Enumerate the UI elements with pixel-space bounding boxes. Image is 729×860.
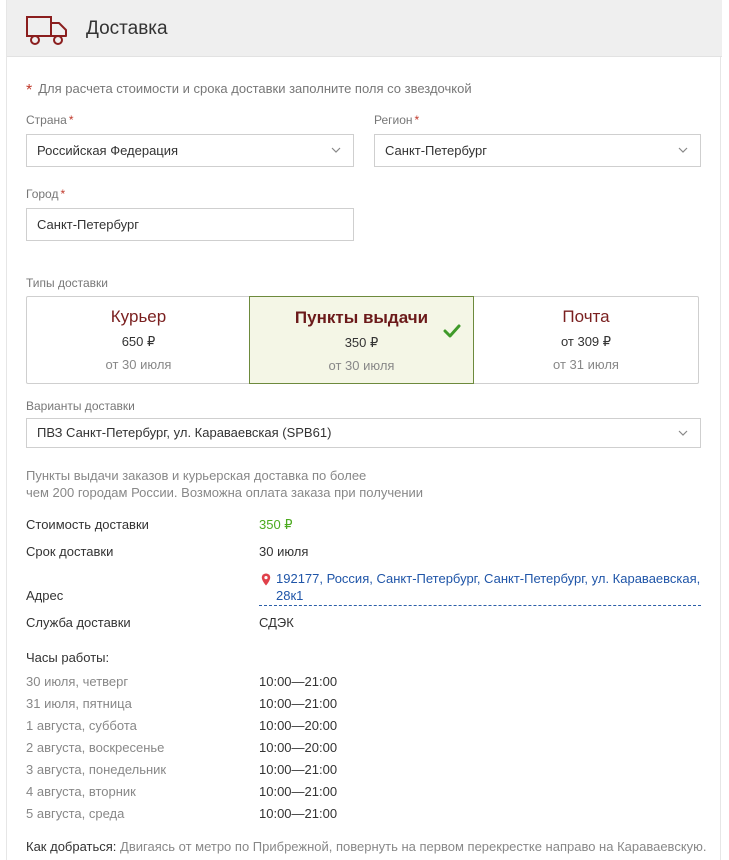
hours-day: 2 августа, воскресенье: [26, 740, 165, 755]
delivery-panel: Доставка * Для расчета стоимости и срока …: [6, 0, 722, 860]
delivery-type-courier[interactable]: Курьер 650 ₽ от 30 июля: [27, 297, 250, 383]
country-label: Страна *: [26, 113, 73, 127]
country-select-value: Российская Федерация: [37, 143, 179, 158]
required-note-text: Для расчета стоимости и срока доставки з…: [38, 81, 472, 96]
required-note: * Для расчета стоимости и срока доставки …: [26, 80, 472, 99]
delivery-type-date: от 30 июля: [328, 358, 395, 373]
hours-title: Часы работы:: [26, 650, 110, 665]
panel-header: Доставка: [7, 0, 722, 57]
hours-day: 31 июля, пятница: [26, 696, 132, 711]
how-to-get-text: Двигаясь от метро по Прибрежной, поверну…: [120, 839, 707, 854]
required-asterisk: *: [26, 82, 33, 99]
service-label: Служба доставки: [26, 615, 131, 630]
region-label-text: Регион: [374, 113, 413, 127]
chevron-down-icon: [678, 147, 688, 153]
variants-select-value: ПВЗ Санкт-Петербург, ул. Караваевская (S…: [37, 425, 332, 440]
address-line: 192177, Россия, Санкт-Петербург, Санкт-П…: [276, 571, 701, 586]
region-select[interactable]: Санкт-Петербург: [374, 134, 701, 167]
city-input[interactable]: Санкт-Петербург: [26, 208, 354, 241]
city-input-value: Санкт-Петербург: [37, 217, 139, 232]
delivery-type-name: Почта: [562, 307, 610, 326]
delivery-type-name: Пункты выдачи: [294, 308, 429, 327]
required-asterisk: *: [414, 113, 420, 127]
hours-time: 10:00—20:00: [259, 718, 338, 733]
delivery-type-price: 650 ₽: [121, 334, 156, 349]
delivery-type-price: 350 ₽: [344, 335, 379, 350]
service-value: СДЭК: [259, 615, 294, 630]
cost-label: Стоимость доставки: [26, 517, 149, 532]
region-select-value: Санкт-Петербург: [385, 143, 487, 158]
delivery-type-post[interactable]: Почта от 309 ₽ от 31 июля: [474, 297, 698, 383]
hours-time: 10:00—21:00: [259, 784, 338, 799]
variants-select[interactable]: ПВЗ Санкт-Петербург, ул. Караваевская (S…: [26, 418, 701, 448]
address-line: 28к1: [276, 588, 304, 603]
delivery-types-group: Курьер 650 ₽ от 30 июля Пункты выдачи 35…: [26, 296, 699, 384]
variants-label: Варианты доставки: [26, 399, 135, 413]
delivery-info: Пункты выдачи заказов и курьерская доста…: [26, 467, 423, 501]
delivery-info-line: Пункты выдачи заказов и курьерская доста…: [26, 468, 367, 483]
hours-day: 1 августа, суббота: [26, 718, 137, 733]
map-pin-icon: [261, 573, 271, 586]
delivery-type-price: от 309 ₽: [560, 334, 612, 349]
delivery-types-label: Типы доставки: [26, 276, 109, 290]
address-link-wrap: 192177, Россия, Санкт-Петербург, Санкт-П…: [259, 570, 701, 606]
delivery-type-pickup[interactable]: Пункты выдачи 350 ₽ от 30 июля: [249, 296, 474, 384]
chevron-down-icon: [331, 147, 341, 153]
delivery-type-name: Курьер: [110, 307, 167, 326]
hours-time: 10:00—21:00: [259, 674, 338, 689]
city-label-text: Город: [26, 187, 59, 201]
city-label: Город *: [26, 187, 65, 201]
cost-value: 350 ₽: [259, 517, 293, 532]
delivery-type-date: от 30 июля: [105, 357, 172, 372]
delivery-type-date: от 31 июля: [553, 357, 619, 372]
how-to-get-label: Как добраться:: [26, 839, 117, 854]
hours-time: 10:00—21:00: [259, 762, 338, 777]
hours-time: 10:00—20:00: [259, 740, 338, 755]
required-asterisk: *: [60, 187, 66, 201]
term-label: Срок доставки: [26, 544, 114, 559]
hours-time: 10:00—21:00: [259, 806, 338, 821]
required-asterisk: *: [68, 113, 74, 127]
term-value: 30 июля: [259, 544, 309, 559]
address-link[interactable]: 192177, Россия, Санкт-Петербург, Санкт-П…: [259, 570, 701, 604]
checkmark-icon: [443, 324, 461, 338]
hours-day: 3 августа, понедельник: [26, 762, 167, 777]
hours-day: 5 августа, среда: [26, 806, 125, 821]
country-select[interactable]: Российская Федерация: [26, 134, 354, 167]
hours-time: 10:00—21:00: [259, 696, 338, 711]
hours-day: 30 июля, четверг: [26, 674, 129, 689]
delivery-info-line: чем 200 городам России. Возможна оплата …: [26, 485, 424, 500]
chevron-down-icon: [678, 430, 688, 436]
country-label-text: Страна: [26, 113, 67, 127]
page-title: Доставка: [86, 18, 168, 39]
hours-day: 4 августа, вторник: [26, 784, 136, 799]
how-to-get: Как добраться: Двигаясь от метро по Приб…: [26, 839, 716, 854]
address-label: Адрес: [26, 588, 64, 603]
region-label: Регион *: [374, 113, 419, 127]
truck-icon: [26, 16, 67, 45]
